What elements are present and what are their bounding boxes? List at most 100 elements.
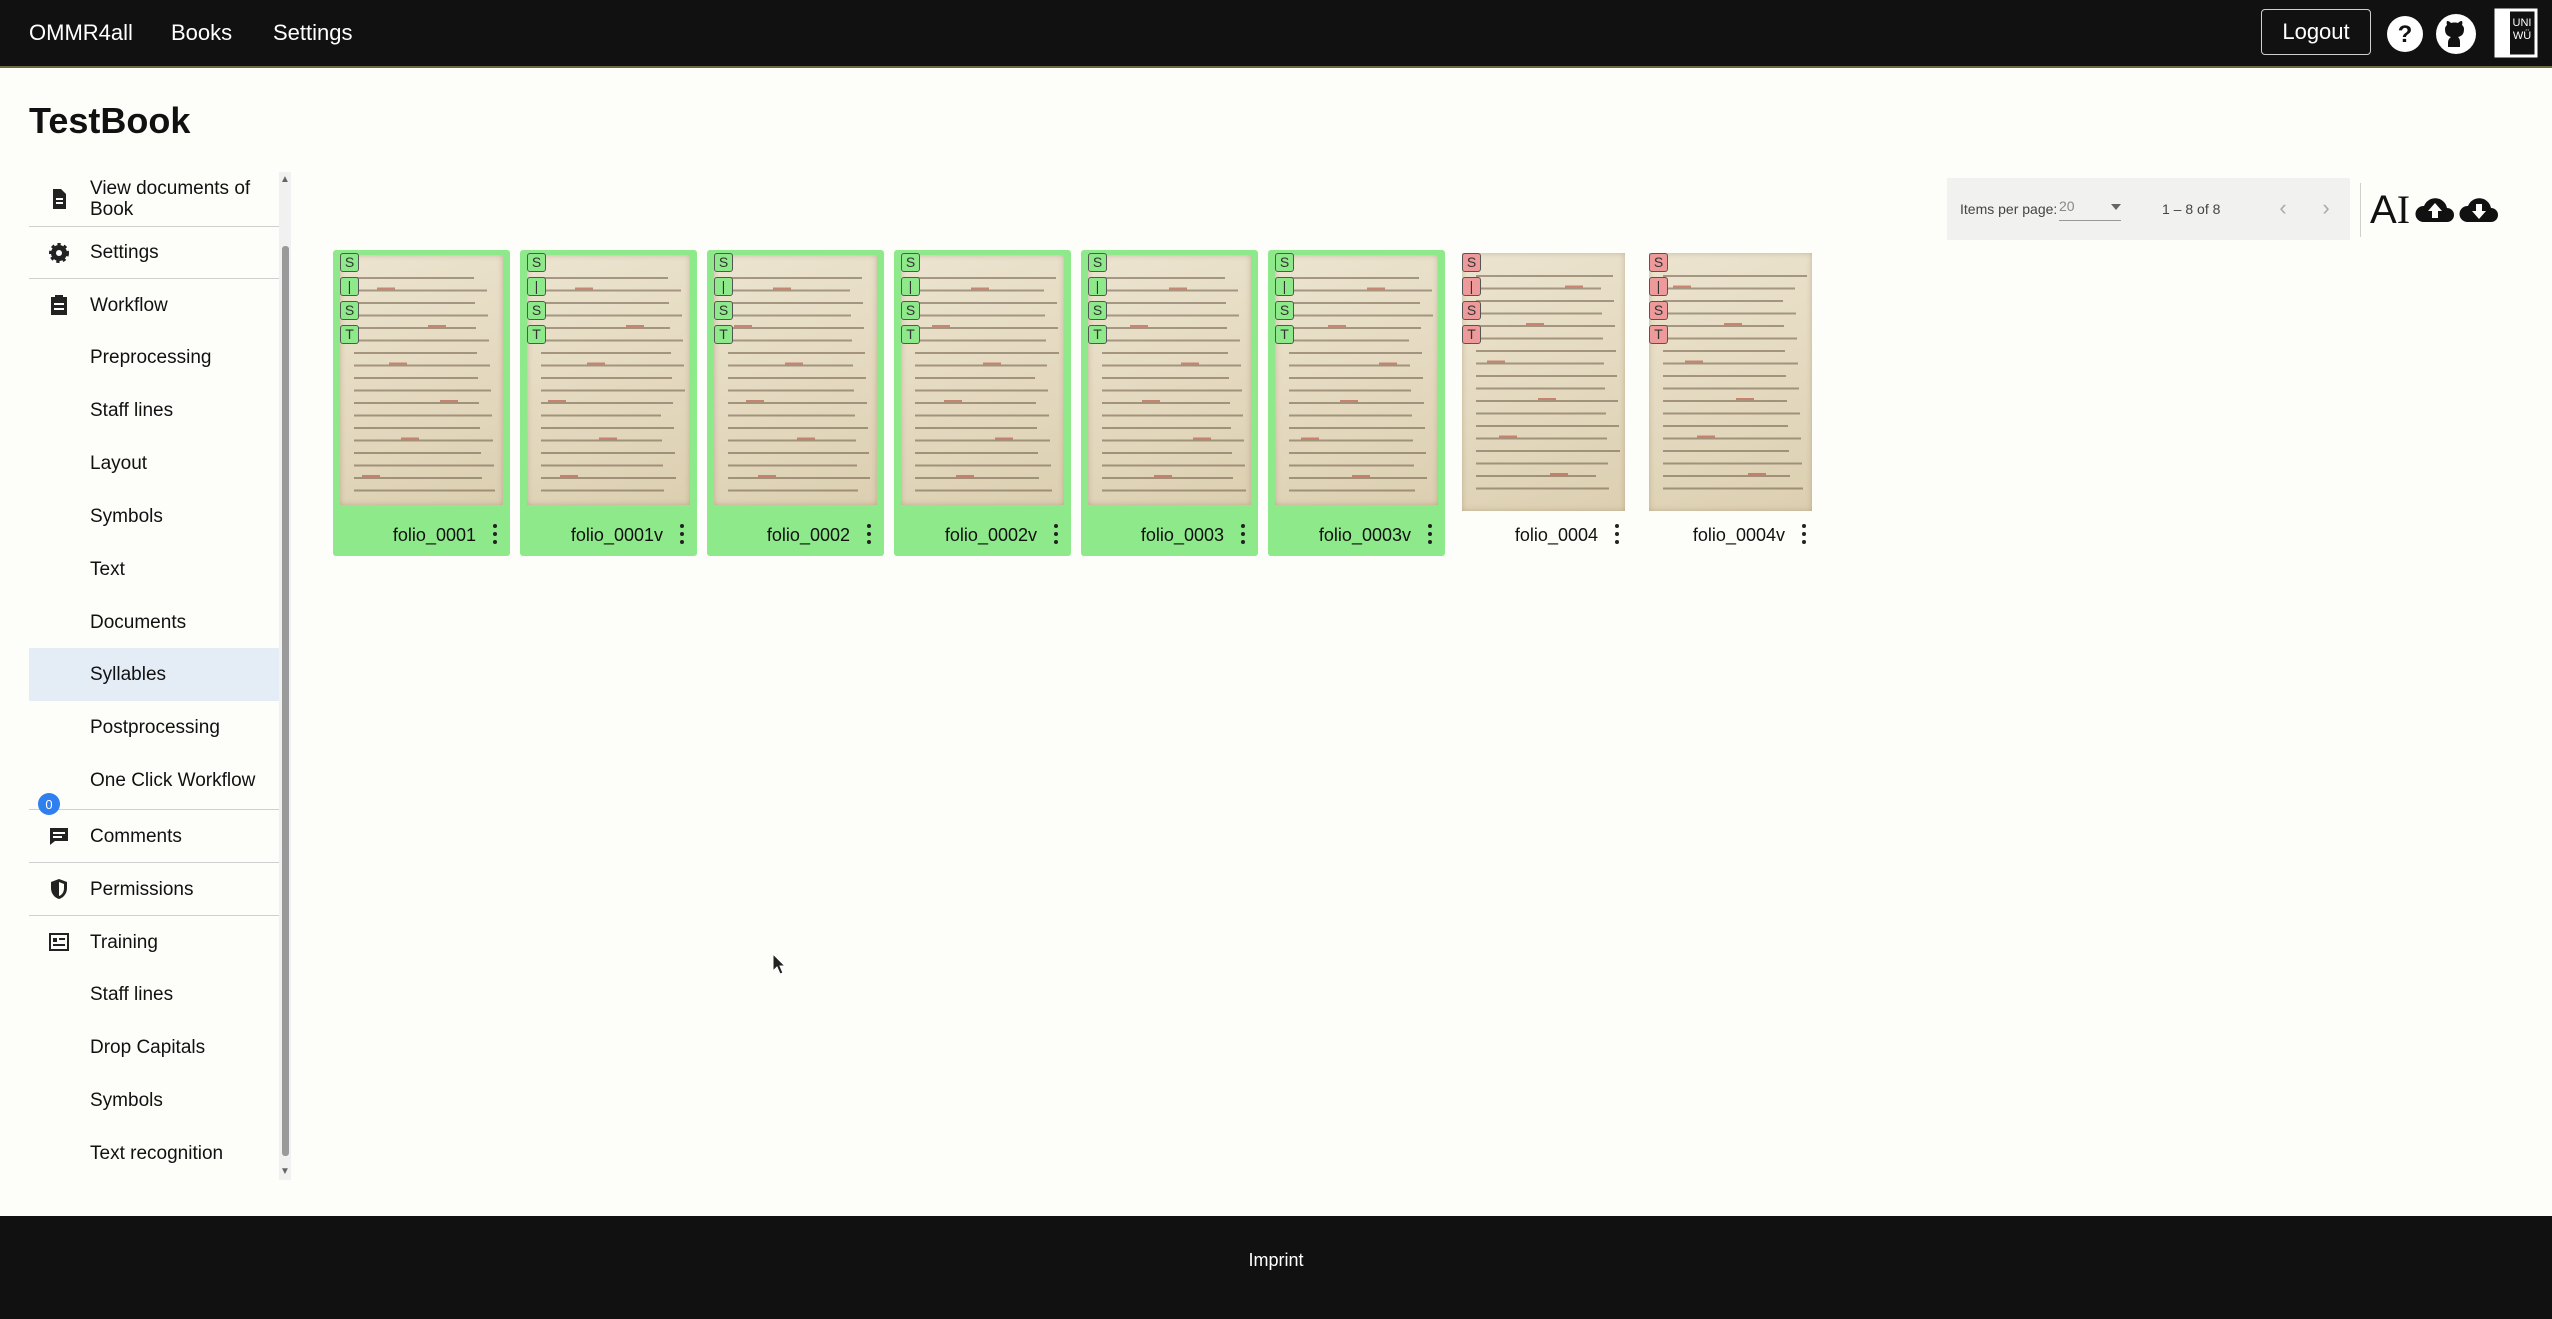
sidebar: View documents of Book Settings Workflow… — [29, 172, 291, 1180]
status-indicator: S — [1275, 301, 1294, 320]
sidebar-item-syllables[interactable]: Syllables — [29, 648, 279, 701]
sidebar-item-label: Staff lines — [90, 984, 174, 1005]
page-card[interactable]: S | S Tfolio_0001v — [520, 250, 697, 556]
page-card[interactable]: S | S Tfolio_0004 — [1455, 250, 1632, 556]
training-icon — [49, 933, 69, 951]
sidebar-item-one-click-workflow[interactable]: One Click Workflow — [29, 754, 279, 807]
brand-link[interactable]: OMMR4all — [29, 20, 133, 46]
sidebar-item-label: Workflow — [90, 294, 168, 316]
page-thumbnail[interactable] — [340, 255, 503, 505]
more-vert-icon[interactable] — [866, 524, 872, 544]
status-indicator: | — [1275, 277, 1294, 296]
sidebar-item-label: Symbols — [90, 1090, 163, 1111]
sidebar-item-workflow[interactable]: Workflow — [29, 278, 279, 331]
cloud-upload-icon[interactable] — [2413, 188, 2457, 232]
sidebar-item-layout[interactable]: Layout — [29, 437, 279, 490]
university-logo[interactable]: UNI WÜ — [2494, 8, 2538, 58]
sidebar-item-train-symbols[interactable]: Symbols — [29, 1074, 279, 1127]
more-vert-icon[interactable] — [1801, 524, 1807, 544]
logout-button[interactable]: Logout — [2261, 9, 2371, 55]
imprint-link[interactable]: Imprint — [0, 1250, 2552, 1271]
page-thumbnail[interactable] — [1462, 253, 1625, 511]
status-indicator: | — [1088, 277, 1107, 296]
cloud-download-icon[interactable] — [2457, 188, 2501, 232]
page-thumbnail[interactable] — [1649, 253, 1812, 511]
status-indicator: S — [1462, 253, 1481, 272]
nav-books[interactable]: Books — [171, 20, 232, 46]
status-indicator: S — [527, 301, 546, 320]
status-indicator: S — [1462, 301, 1481, 320]
clipboard-icon — [51, 295, 67, 315]
sidebar-item-label: Symbols — [90, 506, 163, 527]
page-card[interactable]: S | S Tfolio_0001 — [333, 250, 510, 556]
status-indicator: T — [1275, 325, 1294, 344]
scroll-down-arrow-icon[interactable]: ▼ — [279, 1166, 291, 1178]
page-card[interactable]: S | S Tfolio_0003v — [1268, 250, 1445, 556]
page-name: folio_0003 — [1140, 525, 1224, 545]
sidebar-item-label: View documents of Book — [90, 178, 251, 220]
status-indicator: | — [901, 277, 920, 296]
page-card[interactable]: S | S Tfolio_0004v — [1642, 250, 1819, 556]
svg-text:?: ? — [2398, 21, 2413, 48]
page-card[interactable]: S | S Tfolio_0002 — [707, 250, 884, 556]
nav-settings[interactable]: Settings — [273, 20, 353, 46]
page-thumbnail[interactable] — [901, 255, 1064, 505]
chevron-left-icon[interactable]: ‹ — [2271, 197, 2295, 221]
sidebar-scrollbar-thumb[interactable] — [282, 246, 289, 1156]
sidebar-item-documents[interactable]: Documents — [29, 596, 279, 648]
university-logo-text: UNI WÜ — [2512, 17, 2532, 42]
sidebar-item-label: Layout — [90, 453, 148, 474]
sidebar-item-comments[interactable]: 0 Comments — [29, 793, 279, 862]
more-vert-icon[interactable] — [1053, 524, 1059, 544]
status-indicator: S — [714, 301, 733, 320]
sidebar-item-label: Preprocessing — [90, 347, 212, 368]
page-thumbnail[interactable] — [1088, 255, 1251, 505]
sidebar-item-training[interactable]: Training — [29, 915, 279, 968]
sidebar-item-permissions[interactable]: Permissions — [29, 862, 279, 915]
page-thumbnail[interactable] — [1275, 255, 1438, 505]
page-name: folio_0001 — [392, 525, 476, 545]
sidebar-item-label: Drop Capitals — [90, 1037, 206, 1058]
page-card[interactable]: S | S Tfolio_0003 — [1081, 250, 1258, 556]
sidebar-item-view-documents[interactable]: View documents of Book — [29, 172, 279, 226]
sidebar-item-text[interactable]: Text — [29, 543, 279, 596]
status-indicator: S — [340, 253, 359, 272]
page-name: folio_0004v — [1692, 525, 1785, 545]
status-indicator: T — [1462, 325, 1481, 344]
sidebar-item-train-staff-lines[interactable]: Staff lines — [29, 968, 279, 1021]
comments-count-badge: 0 — [38, 793, 60, 815]
help-icon[interactable]: ? — [2383, 12, 2427, 56]
sidebar-item-symbols[interactable]: Symbols — [29, 490, 279, 543]
github-icon[interactable] — [2434, 12, 2478, 56]
sidebar-item-text-recognition[interactable]: Text recognition — [29, 1127, 279, 1179]
page-name: folio_0002 — [766, 525, 850, 545]
status-indicator: | — [714, 277, 733, 296]
sidebar-item-settings[interactable]: Settings — [29, 226, 279, 278]
footer: Imprint — [0, 1216, 2552, 1319]
more-vert-icon[interactable] — [679, 524, 685, 544]
sidebar-item-drop-capitals[interactable]: Drop Capitals — [29, 1021, 279, 1074]
items-per-page-select[interactable]: 20 — [2059, 198, 2121, 221]
sidebar-item-label: Comments — [90, 825, 182, 847]
sidebar-item-label: Syllables — [90, 664, 167, 685]
mouse-cursor-icon — [772, 953, 786, 975]
page-card[interactable]: S | S Tfolio_0002v — [894, 250, 1071, 556]
sidebar-item-preprocessing[interactable]: Preprocessing — [29, 331, 279, 384]
sidebar-item-postprocessing[interactable]: Postprocessing — [29, 701, 279, 754]
more-vert-icon[interactable] — [1240, 524, 1246, 544]
sidebar-item-label: Postprocessing — [90, 717, 220, 738]
status-indicator: S — [1088, 253, 1107, 272]
sidebar-item-staff-lines[interactable]: Staff lines — [29, 384, 279, 437]
scroll-up-arrow-icon[interactable]: ▲ — [279, 174, 291, 186]
chevron-right-icon[interactable]: › — [2314, 197, 2338, 221]
ai-text-icon[interactable]: AI — [2370, 188, 2410, 233]
items-per-page-label: Items per page: — [1960, 201, 2058, 217]
page-thumbnail[interactable] — [714, 255, 877, 505]
more-vert-icon[interactable] — [492, 524, 498, 544]
page-thumbnail[interactable] — [527, 255, 690, 505]
status-indicator: T — [901, 325, 920, 344]
page-range-label: 1 – 8 of 8 — [2162, 201, 2221, 217]
status-indicator: | — [1462, 277, 1481, 296]
more-vert-icon[interactable] — [1614, 524, 1620, 544]
more-vert-icon[interactable] — [1427, 524, 1433, 544]
